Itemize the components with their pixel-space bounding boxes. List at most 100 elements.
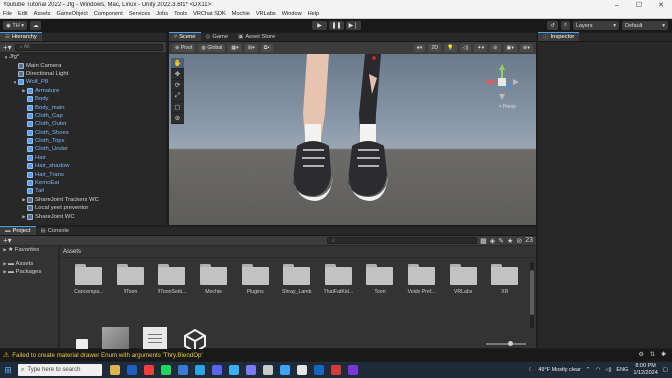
hierarchy-item[interactable]: Body: [0, 95, 166, 103]
tab-project[interactable]: ▬ Project: [0, 226, 36, 235]
hierarchy-item[interactable]: Body_main: [0, 103, 166, 111]
global-toggle[interactable]: ◍ Global: [198, 44, 226, 52]
move-tool-icon[interactable]: ✥: [171, 69, 184, 80]
minimize-button[interactable]: –: [606, 2, 628, 9]
search-button[interactable]: ⌕: [560, 21, 570, 30]
menu-component[interactable]: Component: [91, 11, 126, 17]
network-icon[interactable]: ⇅: [650, 351, 655, 358]
tab-game[interactable]: ◎ Game: [201, 32, 234, 41]
clock[interactable]: 8:00 PM 1/12/2024: [633, 363, 657, 376]
taskbar-app-icon[interactable]: [348, 365, 358, 375]
tab-console[interactable]: ▤ Console: [36, 226, 74, 235]
hierarchy-item[interactable]: Main Camera: [0, 61, 166, 69]
menu-vrchat-sdk[interactable]: VRChat SDK: [190, 11, 229, 17]
camera-button[interactable]: ▣▾: [503, 44, 518, 52]
lighting-button[interactable]: 💡: [444, 44, 457, 52]
folder-item[interactable]: Cancerspa...: [68, 264, 110, 295]
hierarchy-item[interactable]: Cloth_Cap: [0, 112, 166, 120]
taskbar-app-icon[interactable]: [212, 365, 222, 375]
slider-handle[interactable]: [508, 341, 513, 346]
language-indicator[interactable]: ENG: [616, 367, 628, 373]
add-icon[interactable]: +▾: [3, 43, 12, 52]
increment-button[interactable]: ⧉▾: [260, 44, 273, 52]
menu-vrlabs[interactable]: VRLabs: [253, 11, 279, 17]
account-dropdown[interactable]: ◉ TH ▾: [3, 21, 27, 30]
taskbar-app-icon[interactable]: [161, 365, 171, 375]
debug-icon[interactable]: ✱: [661, 351, 666, 358]
taskbar-app-icon[interactable]: [314, 365, 324, 375]
hierarchy-item[interactable]: ▼ Wolf_P8: [0, 78, 166, 86]
hierarchy-item[interactable]: Hair_shadow: [0, 162, 166, 170]
history-button[interactable]: ↺: [547, 21, 558, 30]
pivot-toggle[interactable]: ⊕ Pivot: [172, 44, 196, 52]
taskbar-app-icon[interactable]: [178, 365, 188, 375]
asset-scrollbar[interactable]: [530, 262, 534, 328]
progress-icon[interactable]: ⚙: [639, 351, 644, 358]
weather-label[interactable]: 49°F Mostly clear: [538, 367, 581, 373]
star-icon[interactable]: ★: [507, 237, 513, 245]
taskbar-app-icon[interactable]: [110, 365, 120, 375]
icon-size-slider[interactable]: [486, 341, 526, 346]
taskbar-app-icon[interactable]: [331, 365, 341, 375]
wifi-icon[interactable]: ◠: [596, 367, 601, 373]
volume-icon[interactable]: ◁): [605, 367, 611, 373]
grid-button[interactable]: ▦▾: [228, 44, 242, 52]
favorites-row[interactable]: ▶ ★ Favorites: [0, 246, 58, 254]
taskbar-app-icon[interactable]: [229, 365, 239, 375]
close-button[interactable]: ✕: [650, 1, 672, 9]
folder-item[interactable]: !lToon: [110, 264, 152, 295]
maximize-button[interactable]: ☐: [628, 1, 650, 9]
hierarchy-item[interactable]: ▶ ShareJoint Trackers WC: [0, 196, 166, 204]
tag-icon[interactable]: ✎: [498, 237, 504, 245]
tab-scene[interactable]: # Scene: [169, 32, 201, 41]
taskbar-app-icon[interactable]: [246, 365, 256, 375]
menu-mochie[interactable]: Mochie: [229, 11, 253, 17]
hierarchy-item[interactable]: Tail: [0, 187, 166, 195]
step-button[interactable]: ▶❘: [346, 21, 361, 30]
taskbar-app-icon[interactable]: [127, 365, 137, 375]
folder-item[interactable]: Toon: [359, 264, 401, 295]
scene-viewport[interactable]: ✋ ✥ ⟳ ⤢ ▢ ⊕ < Persp: [169, 54, 536, 225]
tab-hierarchy[interactable]: ☰ Hierarchy: [0, 32, 42, 41]
tab-asset-store[interactable]: ▣ Asset Store: [233, 32, 280, 41]
snap-button[interactable]: ⊞▾: [244, 44, 258, 52]
orientation-gizmo[interactable]: [482, 62, 522, 102]
taskbar-app-icon[interactable]: [280, 365, 290, 375]
layout-dropdown[interactable]: Default ▾: [622, 21, 668, 30]
menu-help[interactable]: Help: [305, 11, 323, 17]
folder-item[interactable]: Shray_Lamb: [276, 264, 318, 295]
cloud-button[interactable]: ☁: [29, 21, 42, 30]
hierarchy-item[interactable]: Cloth_Under: [0, 145, 166, 153]
scene-row[interactable]: ▼ Jfg*: [0, 53, 175, 72]
windows-start-icon[interactable]: ⊞: [0, 362, 16, 378]
taskbar-app-icon[interactable]: [195, 365, 205, 375]
taskbar-search-input[interactable]: ⌕ Type here to search: [18, 364, 102, 376]
folder-item[interactable]: Mochie: [193, 264, 235, 295]
hierarchy-item[interactable]: Cloth_Shoes: [0, 129, 166, 137]
menu-services[interactable]: Services: [126, 11, 153, 17]
menu-assets[interactable]: Assets: [31, 11, 54, 17]
rotate-tool-icon[interactable]: ⟳: [171, 80, 184, 91]
shading-button[interactable]: ●▾: [413, 44, 426, 52]
packages-row[interactable]: ▶ ▬ Packages: [0, 268, 58, 276]
folder-item[interactable]: !lToonSetti...: [151, 264, 193, 295]
chevron-up-icon[interactable]: ⌃: [586, 367, 591, 373]
menu-gameobject[interactable]: GameObject: [53, 11, 90, 17]
hidden-objects-button[interactable]: ⊘: [490, 44, 501, 52]
hierarchy-item[interactable]: Local yeet preventor: [0, 204, 166, 212]
assets-row[interactable]: ▶ ▬ Assets: [0, 260, 58, 268]
play-button[interactable]: ▶: [312, 21, 327, 30]
effects-button[interactable]: ✦▾: [474, 44, 488, 52]
hierarchy-item[interactable]: Directional Light: [0, 70, 166, 78]
folder-item[interactable]: XR: [484, 264, 526, 295]
scrollbar-thumb[interactable]: [530, 270, 534, 315]
filter-type-icon[interactable]: ▦: [480, 237, 487, 245]
project-search-input[interactable]: ⌕: [327, 237, 478, 244]
rect-tool-icon[interactable]: ▢: [171, 102, 184, 113]
eye-slash-icon[interactable]: ⊘: [516, 237, 522, 245]
hierarchy-item[interactable]: Hair_Trans: [0, 170, 166, 178]
hierarchy-item[interactable]: Hair: [0, 154, 166, 162]
taskbar-app-icon[interactable]: [297, 365, 307, 375]
menu-file[interactable]: File: [0, 11, 15, 17]
transform-tool-icon[interactable]: ⊕: [171, 113, 184, 124]
